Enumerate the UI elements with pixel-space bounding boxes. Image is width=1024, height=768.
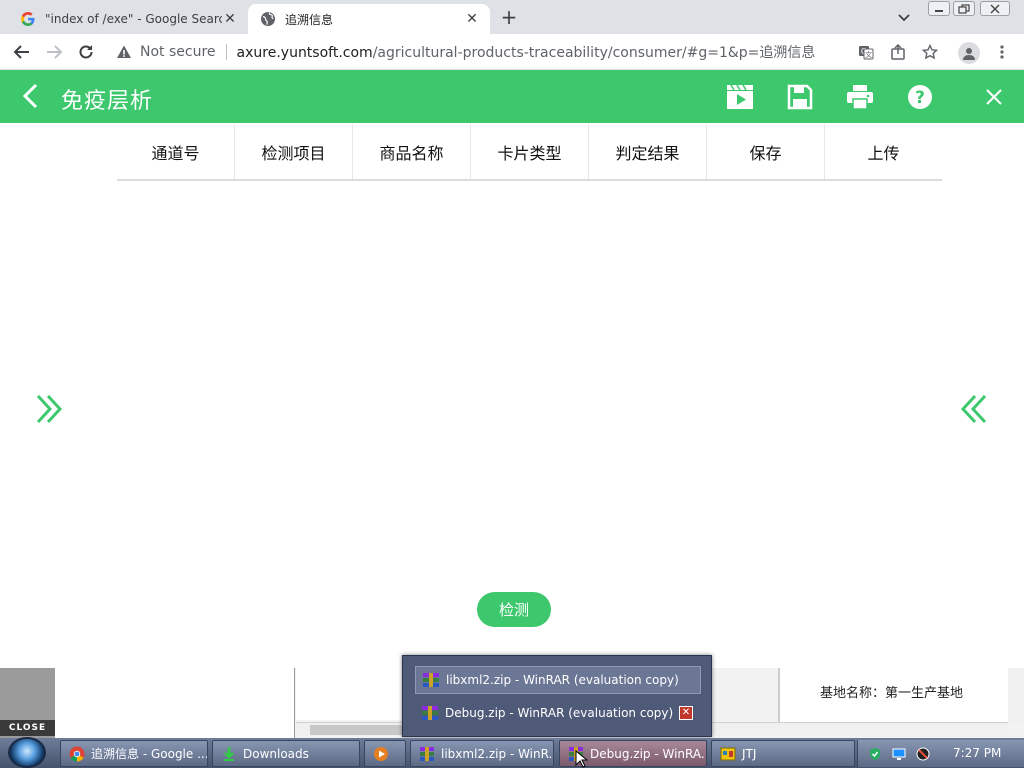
vertical-scrollbar[interactable] xyxy=(1008,668,1024,722)
divider xyxy=(225,44,227,60)
tab-title: 追溯信息 xyxy=(285,12,334,27)
taskbar-button-label: libxml2.zip - WinR... xyxy=(441,746,554,761)
tab-search-chevron-icon[interactable] xyxy=(896,10,912,24)
start-orb-icon[interactable] xyxy=(8,737,46,768)
tab-traceability-info[interactable]: 追溯信息 ✕ xyxy=(248,4,490,34)
winrar-icon xyxy=(422,672,440,688)
back-arrow-icon[interactable] xyxy=(10,40,34,64)
svg-text:?: ? xyxy=(915,88,925,108)
reload-icon[interactable] xyxy=(74,40,98,64)
network-monitor-icon[interactable] xyxy=(892,746,906,760)
tab-close-icon[interactable]: ✕ xyxy=(464,11,480,27)
translate-icon[interactable]: G文 xyxy=(857,43,875,61)
kebab-menu-icon[interactable] xyxy=(993,43,1011,61)
tab-close-icon[interactable]: ✕ xyxy=(222,11,238,27)
column-header-card-type[interactable]: 卡片类型 xyxy=(471,124,589,179)
taskbar-button-label: JTJ xyxy=(742,746,757,761)
column-header-test-item[interactable]: 检测项目 xyxy=(235,124,353,179)
winrar-icon xyxy=(421,705,439,721)
svg-text:文: 文 xyxy=(865,50,872,59)
popup-item-label: libxml2.zip - WinRAR (evaluation copy) xyxy=(446,673,679,687)
address-bar[interactable]: Not secure axure.yuntsoft.com/agricultur… xyxy=(108,38,948,66)
column-header-result[interactable]: 判定结果 xyxy=(589,124,707,179)
taskbar-thumbnail-popup: libxml2.zip - WinRAR (evaluation copy) D… xyxy=(402,655,712,737)
browser-toolbar: Not secure axure.yuntsoft.com/agricultur… xyxy=(0,34,1024,70)
share-icon[interactable] xyxy=(889,43,907,61)
browser-tab-strip: "index of /exe" - Google Search ✕ 追溯信息 ✕… xyxy=(0,0,1024,34)
url-text[interactable]: axure.yuntsoft.com/agricultural-products… xyxy=(237,42,816,62)
taskbar-button-chrome[interactable]: 追溯信息 - Google ... xyxy=(60,740,208,767)
app-header: 免疫层析 ? xyxy=(0,70,1024,123)
taskbar-button-label: 追溯信息 - Google ... xyxy=(91,747,208,761)
mouse-cursor-icon xyxy=(575,749,589,768)
column-header-product-name[interactable]: 商品名称 xyxy=(353,124,471,179)
url-host: axure.yuntsoft.com xyxy=(236,45,373,61)
taskbar-button-label: Debug.zip - WinRA... xyxy=(590,746,707,761)
popup-item-libxml2[interactable]: libxml2.zip - WinRAR (evaluation copy) xyxy=(415,666,701,694)
google-icon xyxy=(20,11,36,27)
background-info-panel: 基地名称：第一生产基地 xyxy=(778,668,1010,722)
security-label[interactable]: Not secure xyxy=(140,44,216,60)
screen: "index of /exe" - Google Search ✕ 追溯信息 ✕… xyxy=(0,0,1024,768)
tab-google-search[interactable]: "index of /exe" - Google Search ✕ xyxy=(8,4,248,34)
page-title: 免疫层析 xyxy=(61,89,154,114)
popup-close-icon[interactable]: ✕ xyxy=(679,706,693,720)
taskbar-button-downloads[interactable]: Downloads xyxy=(212,740,360,767)
print-icon[interactable] xyxy=(845,82,875,112)
download-icon xyxy=(221,746,237,762)
minimize-button[interactable] xyxy=(928,1,950,16)
forward-arrow-icon[interactable] xyxy=(42,40,66,64)
taskbar-button-libxml2[interactable]: libxml2.zip - WinR... xyxy=(410,740,554,767)
profile-avatar-icon[interactable] xyxy=(958,42,980,64)
popup-item-label: Debug.zip - WinRAR (evaluation copy) xyxy=(445,706,674,720)
taskbar-button-media[interactable] xyxy=(364,740,406,767)
background-window-panel xyxy=(296,668,406,720)
background-window-panel xyxy=(55,668,295,738)
popup-item-debug[interactable]: Debug.zip - WinRAR (evaluation copy) ✕ xyxy=(415,699,701,727)
chrome-icon xyxy=(69,746,85,762)
system-tray: 7:27 PM xyxy=(857,740,1024,767)
globe-icon xyxy=(260,11,276,27)
results-table-header: 通道号 检测项目 商品名称 卡片类型 判定结果 保存 上传 xyxy=(117,124,942,181)
security-shield-icon[interactable] xyxy=(868,746,882,760)
detect-button[interactable]: 检测 xyxy=(477,592,551,627)
url-path: /agricultural-products-traceability/cons… xyxy=(372,45,816,61)
restore-button[interactable] xyxy=(953,1,975,16)
double-chevron-right-icon[interactable] xyxy=(34,392,66,426)
back-chevron-icon[interactable] xyxy=(18,82,46,110)
column-header-upload[interactable]: 上传 xyxy=(825,124,942,179)
column-header-save[interactable]: 保存 xyxy=(707,124,825,179)
bookmark-star-icon[interactable] xyxy=(921,43,939,61)
play-icon[interactable] xyxy=(725,82,755,112)
double-chevron-left-icon[interactable] xyxy=(957,392,989,426)
warning-icon[interactable] xyxy=(116,44,132,60)
media-player-icon xyxy=(373,746,389,762)
clock[interactable]: 7:27 PM xyxy=(953,746,1001,760)
save-icon[interactable] xyxy=(785,82,815,112)
close-icon[interactable] xyxy=(979,82,1009,112)
help-icon[interactable]: ? xyxy=(905,82,935,112)
new-tab-plus-icon[interactable]: + xyxy=(500,7,518,27)
window-close-button[interactable] xyxy=(980,1,1010,16)
background-close-button[interactable]: CLOSE xyxy=(0,720,55,736)
taskbar-button-label: Downloads xyxy=(243,746,309,761)
app-icon xyxy=(720,746,736,762)
column-header-channel[interactable]: 通道号 xyxy=(117,124,235,179)
tab-title: "index of /exe" - Google Search xyxy=(45,12,222,26)
volume-muted-icon[interactable] xyxy=(916,746,930,761)
winrar-icon xyxy=(419,746,435,762)
base-name-text: 基地名称：第一生产基地 xyxy=(820,686,964,701)
taskbar-button-jtj[interactable]: JTJ xyxy=(711,740,855,767)
